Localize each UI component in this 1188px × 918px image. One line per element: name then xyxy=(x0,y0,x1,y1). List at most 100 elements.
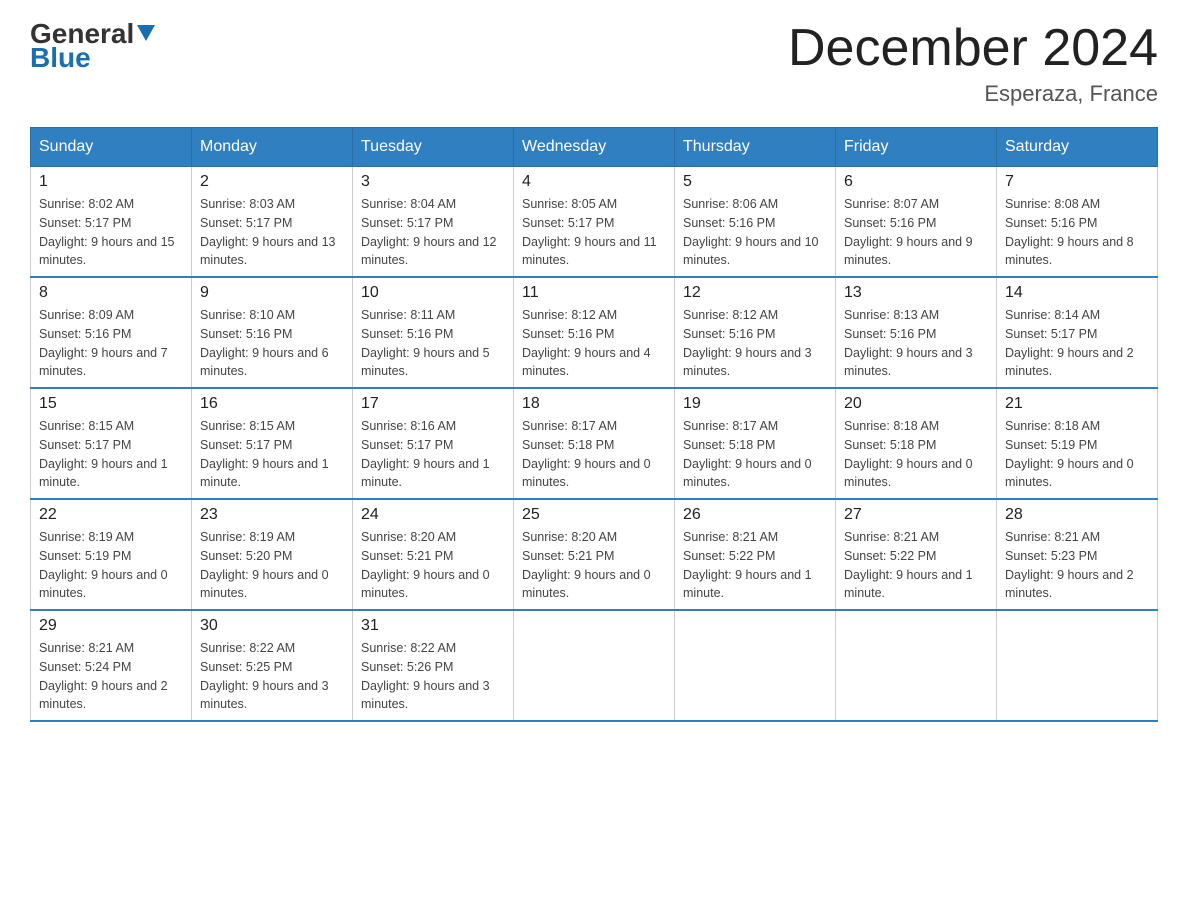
day-info: Sunrise: 8:09 AMSunset: 5:16 PMDaylight:… xyxy=(39,308,168,378)
day-number: 10 xyxy=(361,284,505,302)
calendar-cell: 10 Sunrise: 8:11 AMSunset: 5:16 PMDaylig… xyxy=(353,277,514,388)
calendar-cell: 23 Sunrise: 8:19 AMSunset: 5:20 PMDaylig… xyxy=(192,499,353,610)
day-info: Sunrise: 8:02 AMSunset: 5:17 PMDaylight:… xyxy=(39,197,175,267)
calendar-cell xyxy=(836,610,997,721)
calendar-cell: 17 Sunrise: 8:16 AMSunset: 5:17 PMDaylig… xyxy=(353,388,514,499)
day-number: 16 xyxy=(200,395,344,413)
day-info: Sunrise: 8:05 AMSunset: 5:17 PMDaylight:… xyxy=(522,197,657,267)
day-number: 20 xyxy=(844,395,988,413)
day-info: Sunrise: 8:15 AMSunset: 5:17 PMDaylight:… xyxy=(200,419,329,489)
calendar-cell: 16 Sunrise: 8:15 AMSunset: 5:17 PMDaylig… xyxy=(192,388,353,499)
calendar-table: SundayMondayTuesdayWednesdayThursdayFrid… xyxy=(30,127,1158,722)
day-number: 6 xyxy=(844,173,988,191)
day-info: Sunrise: 8:16 AMSunset: 5:17 PMDaylight:… xyxy=(361,419,490,489)
calendar-cell: 19 Sunrise: 8:17 AMSunset: 5:18 PMDaylig… xyxy=(675,388,836,499)
calendar-cell xyxy=(997,610,1158,721)
col-header-wednesday: Wednesday xyxy=(514,128,675,167)
calendar-cell: 5 Sunrise: 8:06 AMSunset: 5:16 PMDayligh… xyxy=(675,167,836,278)
day-number: 18 xyxy=(522,395,666,413)
title-section: December 2024 Esperaza, France xyxy=(788,20,1158,107)
logo-arrow-icon xyxy=(137,25,155,45)
day-number: 9 xyxy=(200,284,344,302)
day-number: 13 xyxy=(844,284,988,302)
calendar-cell: 21 Sunrise: 8:18 AMSunset: 5:19 PMDaylig… xyxy=(997,388,1158,499)
calendar-cell: 27 Sunrise: 8:21 AMSunset: 5:22 PMDaylig… xyxy=(836,499,997,610)
day-info: Sunrise: 8:21 AMSunset: 5:22 PMDaylight:… xyxy=(844,530,973,600)
calendar-cell: 8 Sunrise: 8:09 AMSunset: 5:16 PMDayligh… xyxy=(31,277,192,388)
day-number: 23 xyxy=(200,506,344,524)
day-info: Sunrise: 8:19 AMSunset: 5:19 PMDaylight:… xyxy=(39,530,168,600)
day-info: Sunrise: 8:03 AMSunset: 5:17 PMDaylight:… xyxy=(200,197,336,267)
calendar-cell xyxy=(514,610,675,721)
page-title: December 2024 xyxy=(788,20,1158,77)
day-info: Sunrise: 8:20 AMSunset: 5:21 PMDaylight:… xyxy=(522,530,651,600)
calendar-cell: 30 Sunrise: 8:22 AMSunset: 5:25 PMDaylig… xyxy=(192,610,353,721)
day-info: Sunrise: 8:21 AMSunset: 5:24 PMDaylight:… xyxy=(39,641,168,711)
day-info: Sunrise: 8:15 AMSunset: 5:17 PMDaylight:… xyxy=(39,419,168,489)
day-number: 27 xyxy=(844,506,988,524)
day-info: Sunrise: 8:17 AMSunset: 5:18 PMDaylight:… xyxy=(683,419,812,489)
calendar-week-4: 22 Sunrise: 8:19 AMSunset: 5:19 PMDaylig… xyxy=(31,499,1158,610)
col-header-sunday: Sunday xyxy=(31,128,192,167)
calendar-cell: 7 Sunrise: 8:08 AMSunset: 5:16 PMDayligh… xyxy=(997,167,1158,278)
day-info: Sunrise: 8:22 AMSunset: 5:26 PMDaylight:… xyxy=(361,641,490,711)
day-info: Sunrise: 8:18 AMSunset: 5:18 PMDaylight:… xyxy=(844,419,973,489)
calendar-header-row: SundayMondayTuesdayWednesdayThursdayFrid… xyxy=(31,128,1158,167)
day-number: 3 xyxy=(361,173,505,191)
day-info: Sunrise: 8:10 AMSunset: 5:16 PMDaylight:… xyxy=(200,308,329,378)
day-info: Sunrise: 8:07 AMSunset: 5:16 PMDaylight:… xyxy=(844,197,973,267)
day-number: 26 xyxy=(683,506,827,524)
day-info: Sunrise: 8:21 AMSunset: 5:22 PMDaylight:… xyxy=(683,530,812,600)
calendar-cell: 22 Sunrise: 8:19 AMSunset: 5:19 PMDaylig… xyxy=(31,499,192,610)
day-number: 29 xyxy=(39,617,183,635)
day-number: 17 xyxy=(361,395,505,413)
calendar-week-3: 15 Sunrise: 8:15 AMSunset: 5:17 PMDaylig… xyxy=(31,388,1158,499)
calendar-cell: 29 Sunrise: 8:21 AMSunset: 5:24 PMDaylig… xyxy=(31,610,192,721)
day-info: Sunrise: 8:14 AMSunset: 5:17 PMDaylight:… xyxy=(1005,308,1134,378)
day-number: 28 xyxy=(1005,506,1149,524)
day-number: 14 xyxy=(1005,284,1149,302)
day-number: 8 xyxy=(39,284,183,302)
logo-blue-text: Blue xyxy=(30,44,91,72)
day-number: 25 xyxy=(522,506,666,524)
day-info: Sunrise: 8:20 AMSunset: 5:21 PMDaylight:… xyxy=(361,530,490,600)
col-header-saturday: Saturday xyxy=(997,128,1158,167)
location-subtitle: Esperaza, France xyxy=(788,81,1158,107)
day-info: Sunrise: 8:12 AMSunset: 5:16 PMDaylight:… xyxy=(522,308,651,378)
calendar-cell: 3 Sunrise: 8:04 AMSunset: 5:17 PMDayligh… xyxy=(353,167,514,278)
calendar-cell: 4 Sunrise: 8:05 AMSunset: 5:17 PMDayligh… xyxy=(514,167,675,278)
calendar-cell: 14 Sunrise: 8:14 AMSunset: 5:17 PMDaylig… xyxy=(997,277,1158,388)
day-number: 1 xyxy=(39,173,183,191)
calendar-cell: 25 Sunrise: 8:20 AMSunset: 5:21 PMDaylig… xyxy=(514,499,675,610)
day-info: Sunrise: 8:12 AMSunset: 5:16 PMDaylight:… xyxy=(683,308,812,378)
calendar-cell: 1 Sunrise: 8:02 AMSunset: 5:17 PMDayligh… xyxy=(31,167,192,278)
day-number: 15 xyxy=(39,395,183,413)
day-info: Sunrise: 8:22 AMSunset: 5:25 PMDaylight:… xyxy=(200,641,329,711)
day-number: 5 xyxy=(683,173,827,191)
col-header-friday: Friday xyxy=(836,128,997,167)
calendar-week-5: 29 Sunrise: 8:21 AMSunset: 5:24 PMDaylig… xyxy=(31,610,1158,721)
calendar-cell: 12 Sunrise: 8:12 AMSunset: 5:16 PMDaylig… xyxy=(675,277,836,388)
day-info: Sunrise: 8:11 AMSunset: 5:16 PMDaylight:… xyxy=(361,308,490,378)
day-number: 22 xyxy=(39,506,183,524)
day-info: Sunrise: 8:04 AMSunset: 5:17 PMDaylight:… xyxy=(361,197,497,267)
day-info: Sunrise: 8:21 AMSunset: 5:23 PMDaylight:… xyxy=(1005,530,1134,600)
calendar-cell: 31 Sunrise: 8:22 AMSunset: 5:26 PMDaylig… xyxy=(353,610,514,721)
calendar-cell: 26 Sunrise: 8:21 AMSunset: 5:22 PMDaylig… xyxy=(675,499,836,610)
calendar-cell: 18 Sunrise: 8:17 AMSunset: 5:18 PMDaylig… xyxy=(514,388,675,499)
calendar-cell: 9 Sunrise: 8:10 AMSunset: 5:16 PMDayligh… xyxy=(192,277,353,388)
page-header: General Blue December 2024 Esperaza, Fra… xyxy=(30,20,1158,107)
calendar-cell: 20 Sunrise: 8:18 AMSunset: 5:18 PMDaylig… xyxy=(836,388,997,499)
calendar-cell: 13 Sunrise: 8:13 AMSunset: 5:16 PMDaylig… xyxy=(836,277,997,388)
day-number: 11 xyxy=(522,284,666,302)
calendar-cell: 2 Sunrise: 8:03 AMSunset: 5:17 PMDayligh… xyxy=(192,167,353,278)
calendar-cell: 11 Sunrise: 8:12 AMSunset: 5:16 PMDaylig… xyxy=(514,277,675,388)
calendar-cell xyxy=(675,610,836,721)
day-number: 7 xyxy=(1005,173,1149,191)
day-number: 2 xyxy=(200,173,344,191)
day-number: 12 xyxy=(683,284,827,302)
calendar-cell: 15 Sunrise: 8:15 AMSunset: 5:17 PMDaylig… xyxy=(31,388,192,499)
day-number: 30 xyxy=(200,617,344,635)
day-number: 4 xyxy=(522,173,666,191)
calendar-week-1: 1 Sunrise: 8:02 AMSunset: 5:17 PMDayligh… xyxy=(31,167,1158,278)
